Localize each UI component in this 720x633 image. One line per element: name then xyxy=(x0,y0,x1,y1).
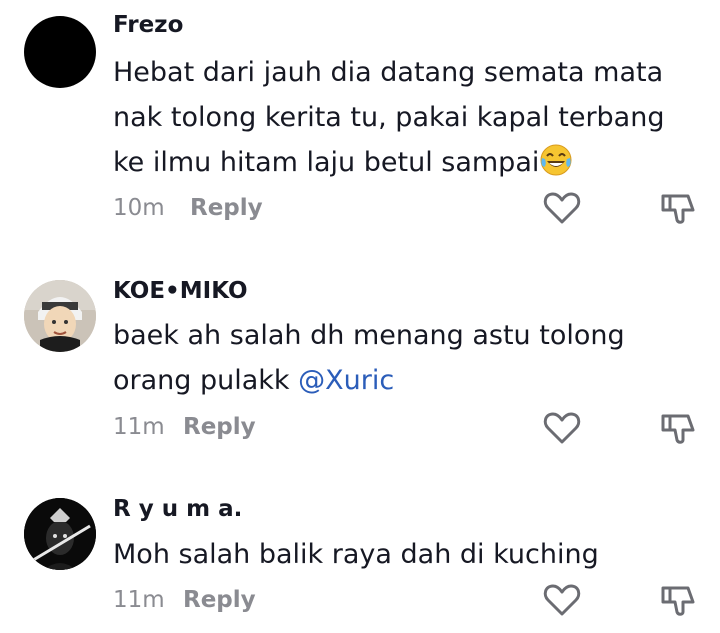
comment-text-line: nak tolong kerita tu, pakai kapal terban… xyxy=(113,102,665,133)
comment-timestamp: 10m xyxy=(113,195,165,221)
comment-text-line: baek ah salah dh menang astu tolong xyxy=(113,320,625,351)
dislike-thumbs-down-icon[interactable] xyxy=(658,408,698,448)
comment-item: R y u m a. Moh salah balik raya dah di k… xyxy=(0,490,720,633)
comment-text: baek ah salah dh menang astu tolong oran… xyxy=(113,313,693,403)
like-heart-icon[interactable] xyxy=(542,188,582,228)
comment-text-line: orang pulakk @Xuric xyxy=(113,358,693,403)
like-heart-icon[interactable] xyxy=(542,580,582,620)
comment-text: Hebat dari jauh dia datang semata mata n… xyxy=(113,50,693,185)
comment-timestamp: 11m xyxy=(113,587,165,613)
avatar[interactable] xyxy=(24,16,96,88)
comment-text: Moh salah balik raya dah di kuching xyxy=(113,539,599,570)
comment-username[interactable]: R y u m a. xyxy=(113,496,242,522)
comment-text-fragment: orang pulakk xyxy=(113,365,290,396)
reply-button[interactable]: Reply xyxy=(190,195,263,221)
like-heart-icon[interactable] xyxy=(542,408,582,448)
comment-item: KOE•MIKO baek ah salah dh menang astu to… xyxy=(0,270,720,460)
comment-username[interactable]: Frezo xyxy=(113,12,183,38)
reply-button[interactable]: Reply xyxy=(183,414,256,440)
comment-username[interactable]: KOE•MIKO xyxy=(113,278,248,304)
reply-button[interactable]: Reply xyxy=(183,587,256,613)
dislike-thumbs-down-icon[interactable] xyxy=(658,188,698,228)
comment-text-line: Hebat dari jauh dia datang semata mata xyxy=(113,57,664,88)
comment-text-fragment: ke ilmu hitam laju betul sampai xyxy=(113,147,540,178)
comment-text-line: ke ilmu hitam laju betul sampai xyxy=(113,140,693,185)
comment-item: Frezo Hebat dari jauh dia datang semata … xyxy=(0,0,720,250)
avatar[interactable] xyxy=(24,498,96,570)
dislike-thumbs-down-icon[interactable] xyxy=(658,580,698,620)
user-mention-link[interactable]: @Xuric xyxy=(298,365,394,396)
face-with-tears-of-joy-icon xyxy=(539,143,573,177)
comment-timestamp: 11m xyxy=(113,414,165,440)
avatar[interactable] xyxy=(24,280,96,352)
